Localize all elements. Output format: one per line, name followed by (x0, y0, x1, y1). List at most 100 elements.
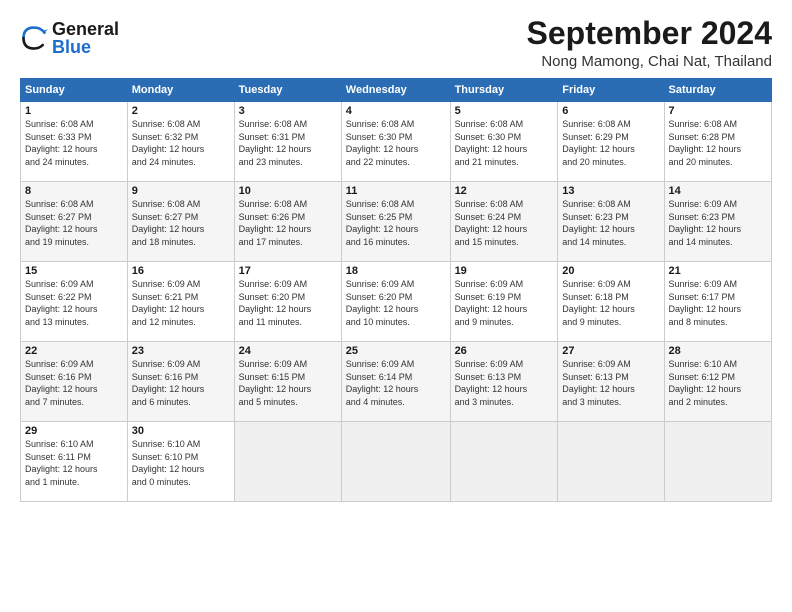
day-number: 8 (25, 185, 123, 197)
day-detail: Sunrise: 6:08 AM Sunset: 6:28 PM Dayligh… (669, 118, 767, 168)
day-number: 19 (455, 265, 554, 277)
weekday-header-row: SundayMondayTuesdayWednesdayThursdayFrid… (21, 79, 772, 102)
day-detail: Sunrise: 6:10 AM Sunset: 6:10 PM Dayligh… (132, 438, 230, 488)
day-number: 10 (239, 185, 337, 197)
day-detail: Sunrise: 6:09 AM Sunset: 6:13 PM Dayligh… (562, 358, 659, 408)
calendar-cell: 9 Sunrise: 6:08 AM Sunset: 6:27 PM Dayli… (127, 182, 234, 262)
calendar-cell: 2 Sunrise: 6:08 AM Sunset: 6:32 PM Dayli… (127, 102, 234, 182)
day-number: 13 (562, 185, 659, 197)
title-block: September 2024 Nong Mamong, Chai Nat, Th… (527, 16, 772, 70)
calendar-cell (558, 422, 664, 502)
calendar-cell (664, 422, 771, 502)
day-number: 4 (346, 105, 446, 117)
day-number: 3 (239, 105, 337, 117)
logo: General Blue (20, 20, 119, 56)
day-number: 11 (346, 185, 446, 197)
month-title: September 2024 (527, 16, 772, 51)
day-number: 26 (455, 345, 554, 357)
day-detail: Sunrise: 6:08 AM Sunset: 6:30 PM Dayligh… (346, 118, 446, 168)
calendar-cell: 28 Sunrise: 6:10 AM Sunset: 6:12 PM Dayl… (664, 342, 771, 422)
day-detail: Sunrise: 6:08 AM Sunset: 6:23 PM Dayligh… (562, 198, 659, 248)
day-detail: Sunrise: 6:08 AM Sunset: 6:26 PM Dayligh… (239, 198, 337, 248)
day-number: 30 (132, 425, 230, 437)
day-number: 15 (25, 265, 123, 277)
calendar-cell: 17 Sunrise: 6:09 AM Sunset: 6:20 PM Dayl… (234, 262, 341, 342)
calendar-table: SundayMondayTuesdayWednesdayThursdayFrid… (20, 78, 772, 502)
calendar-cell (450, 422, 558, 502)
day-number: 23 (132, 345, 230, 357)
day-detail: Sunrise: 6:09 AM Sunset: 6:22 PM Dayligh… (25, 278, 123, 328)
day-number: 27 (562, 345, 659, 357)
calendar-cell: 27 Sunrise: 6:09 AM Sunset: 6:13 PM Dayl… (558, 342, 664, 422)
day-detail: Sunrise: 6:09 AM Sunset: 6:18 PM Dayligh… (562, 278, 659, 328)
calendar-cell: 12 Sunrise: 6:08 AM Sunset: 6:24 PM Dayl… (450, 182, 558, 262)
day-detail: Sunrise: 6:08 AM Sunset: 6:32 PM Dayligh… (132, 118, 230, 168)
day-number: 24 (239, 345, 337, 357)
day-detail: Sunrise: 6:09 AM Sunset: 6:23 PM Dayligh… (669, 198, 767, 248)
calendar-cell: 18 Sunrise: 6:09 AM Sunset: 6:20 PM Dayl… (341, 262, 450, 342)
calendar-cell: 3 Sunrise: 6:08 AM Sunset: 6:31 PM Dayli… (234, 102, 341, 182)
calendar-week-3: 15 Sunrise: 6:09 AM Sunset: 6:22 PM Dayl… (21, 262, 772, 342)
day-number: 1 (25, 105, 123, 117)
day-number: 17 (239, 265, 337, 277)
day-number: 28 (669, 345, 767, 357)
day-number: 12 (455, 185, 554, 197)
weekday-header-wednesday: Wednesday (341, 79, 450, 102)
calendar-cell: 29 Sunrise: 6:10 AM Sunset: 6:11 PM Dayl… (21, 422, 128, 502)
calendar-cell: 14 Sunrise: 6:09 AM Sunset: 6:23 PM Dayl… (664, 182, 771, 262)
calendar-cell (234, 422, 341, 502)
day-detail: Sunrise: 6:08 AM Sunset: 6:27 PM Dayligh… (132, 198, 230, 248)
day-detail: Sunrise: 6:10 AM Sunset: 6:11 PM Dayligh… (25, 438, 123, 488)
calendar-week-4: 22 Sunrise: 6:09 AM Sunset: 6:16 PM Dayl… (21, 342, 772, 422)
calendar-cell: 1 Sunrise: 6:08 AM Sunset: 6:33 PM Dayli… (21, 102, 128, 182)
day-detail: Sunrise: 6:09 AM Sunset: 6:21 PM Dayligh… (132, 278, 230, 328)
calendar-cell: 7 Sunrise: 6:08 AM Sunset: 6:28 PM Dayli… (664, 102, 771, 182)
calendar-cell: 5 Sunrise: 6:08 AM Sunset: 6:30 PM Dayli… (450, 102, 558, 182)
day-detail: Sunrise: 6:08 AM Sunset: 6:29 PM Dayligh… (562, 118, 659, 168)
day-detail: Sunrise: 6:10 AM Sunset: 6:12 PM Dayligh… (669, 358, 767, 408)
weekday-header-tuesday: Tuesday (234, 79, 341, 102)
weekday-header-monday: Monday (127, 79, 234, 102)
calendar-cell: 10 Sunrise: 6:08 AM Sunset: 6:26 PM Dayl… (234, 182, 341, 262)
weekday-header-friday: Friday (558, 79, 664, 102)
day-detail: Sunrise: 6:09 AM Sunset: 6:20 PM Dayligh… (346, 278, 446, 328)
calendar-cell: 19 Sunrise: 6:09 AM Sunset: 6:19 PM Dayl… (450, 262, 558, 342)
day-detail: Sunrise: 6:08 AM Sunset: 6:31 PM Dayligh… (239, 118, 337, 168)
day-number: 16 (132, 265, 230, 277)
calendar-cell: 11 Sunrise: 6:08 AM Sunset: 6:25 PM Dayl… (341, 182, 450, 262)
calendar-cell: 6 Sunrise: 6:08 AM Sunset: 6:29 PM Dayli… (558, 102, 664, 182)
day-number: 9 (132, 185, 230, 197)
logo-blue: Blue (52, 37, 91, 57)
day-number: 21 (669, 265, 767, 277)
calendar-cell: 21 Sunrise: 6:09 AM Sunset: 6:17 PM Dayl… (664, 262, 771, 342)
day-detail: Sunrise: 6:09 AM Sunset: 6:15 PM Dayligh… (239, 358, 337, 408)
day-detail: Sunrise: 6:08 AM Sunset: 6:33 PM Dayligh… (25, 118, 123, 168)
calendar-week-2: 8 Sunrise: 6:08 AM Sunset: 6:27 PM Dayli… (21, 182, 772, 262)
calendar-cell: 22 Sunrise: 6:09 AM Sunset: 6:16 PM Dayl… (21, 342, 128, 422)
day-number: 29 (25, 425, 123, 437)
day-detail: Sunrise: 6:09 AM Sunset: 6:17 PM Dayligh… (669, 278, 767, 328)
day-detail: Sunrise: 6:09 AM Sunset: 6:16 PM Dayligh… (25, 358, 123, 408)
calendar-cell (341, 422, 450, 502)
day-detail: Sunrise: 6:09 AM Sunset: 6:20 PM Dayligh… (239, 278, 337, 328)
day-detail: Sunrise: 6:08 AM Sunset: 6:27 PM Dayligh… (25, 198, 123, 248)
day-detail: Sunrise: 6:08 AM Sunset: 6:24 PM Dayligh… (455, 198, 554, 248)
calendar-cell: 16 Sunrise: 6:09 AM Sunset: 6:21 PM Dayl… (127, 262, 234, 342)
calendar-body: 1 Sunrise: 6:08 AM Sunset: 6:33 PM Dayli… (21, 102, 772, 502)
calendar-cell: 24 Sunrise: 6:09 AM Sunset: 6:15 PM Dayl… (234, 342, 341, 422)
day-number: 14 (669, 185, 767, 197)
day-number: 25 (346, 345, 446, 357)
calendar-week-1: 1 Sunrise: 6:08 AM Sunset: 6:33 PM Dayli… (21, 102, 772, 182)
calendar-cell: 4 Sunrise: 6:08 AM Sunset: 6:30 PM Dayli… (341, 102, 450, 182)
day-number: 5 (455, 105, 554, 117)
calendar-cell: 23 Sunrise: 6:09 AM Sunset: 6:16 PM Dayl… (127, 342, 234, 422)
calendar-cell: 25 Sunrise: 6:09 AM Sunset: 6:14 PM Dayl… (341, 342, 450, 422)
location: Nong Mamong, Chai Nat, Thailand (527, 53, 772, 70)
logo-general: General (52, 19, 119, 39)
day-detail: Sunrise: 6:09 AM Sunset: 6:13 PM Dayligh… (455, 358, 554, 408)
weekday-header-saturday: Saturday (664, 79, 771, 102)
day-number: 20 (562, 265, 659, 277)
logo-text: General Blue (52, 20, 119, 56)
day-number: 22 (25, 345, 123, 357)
day-detail: Sunrise: 6:09 AM Sunset: 6:16 PM Dayligh… (132, 358, 230, 408)
